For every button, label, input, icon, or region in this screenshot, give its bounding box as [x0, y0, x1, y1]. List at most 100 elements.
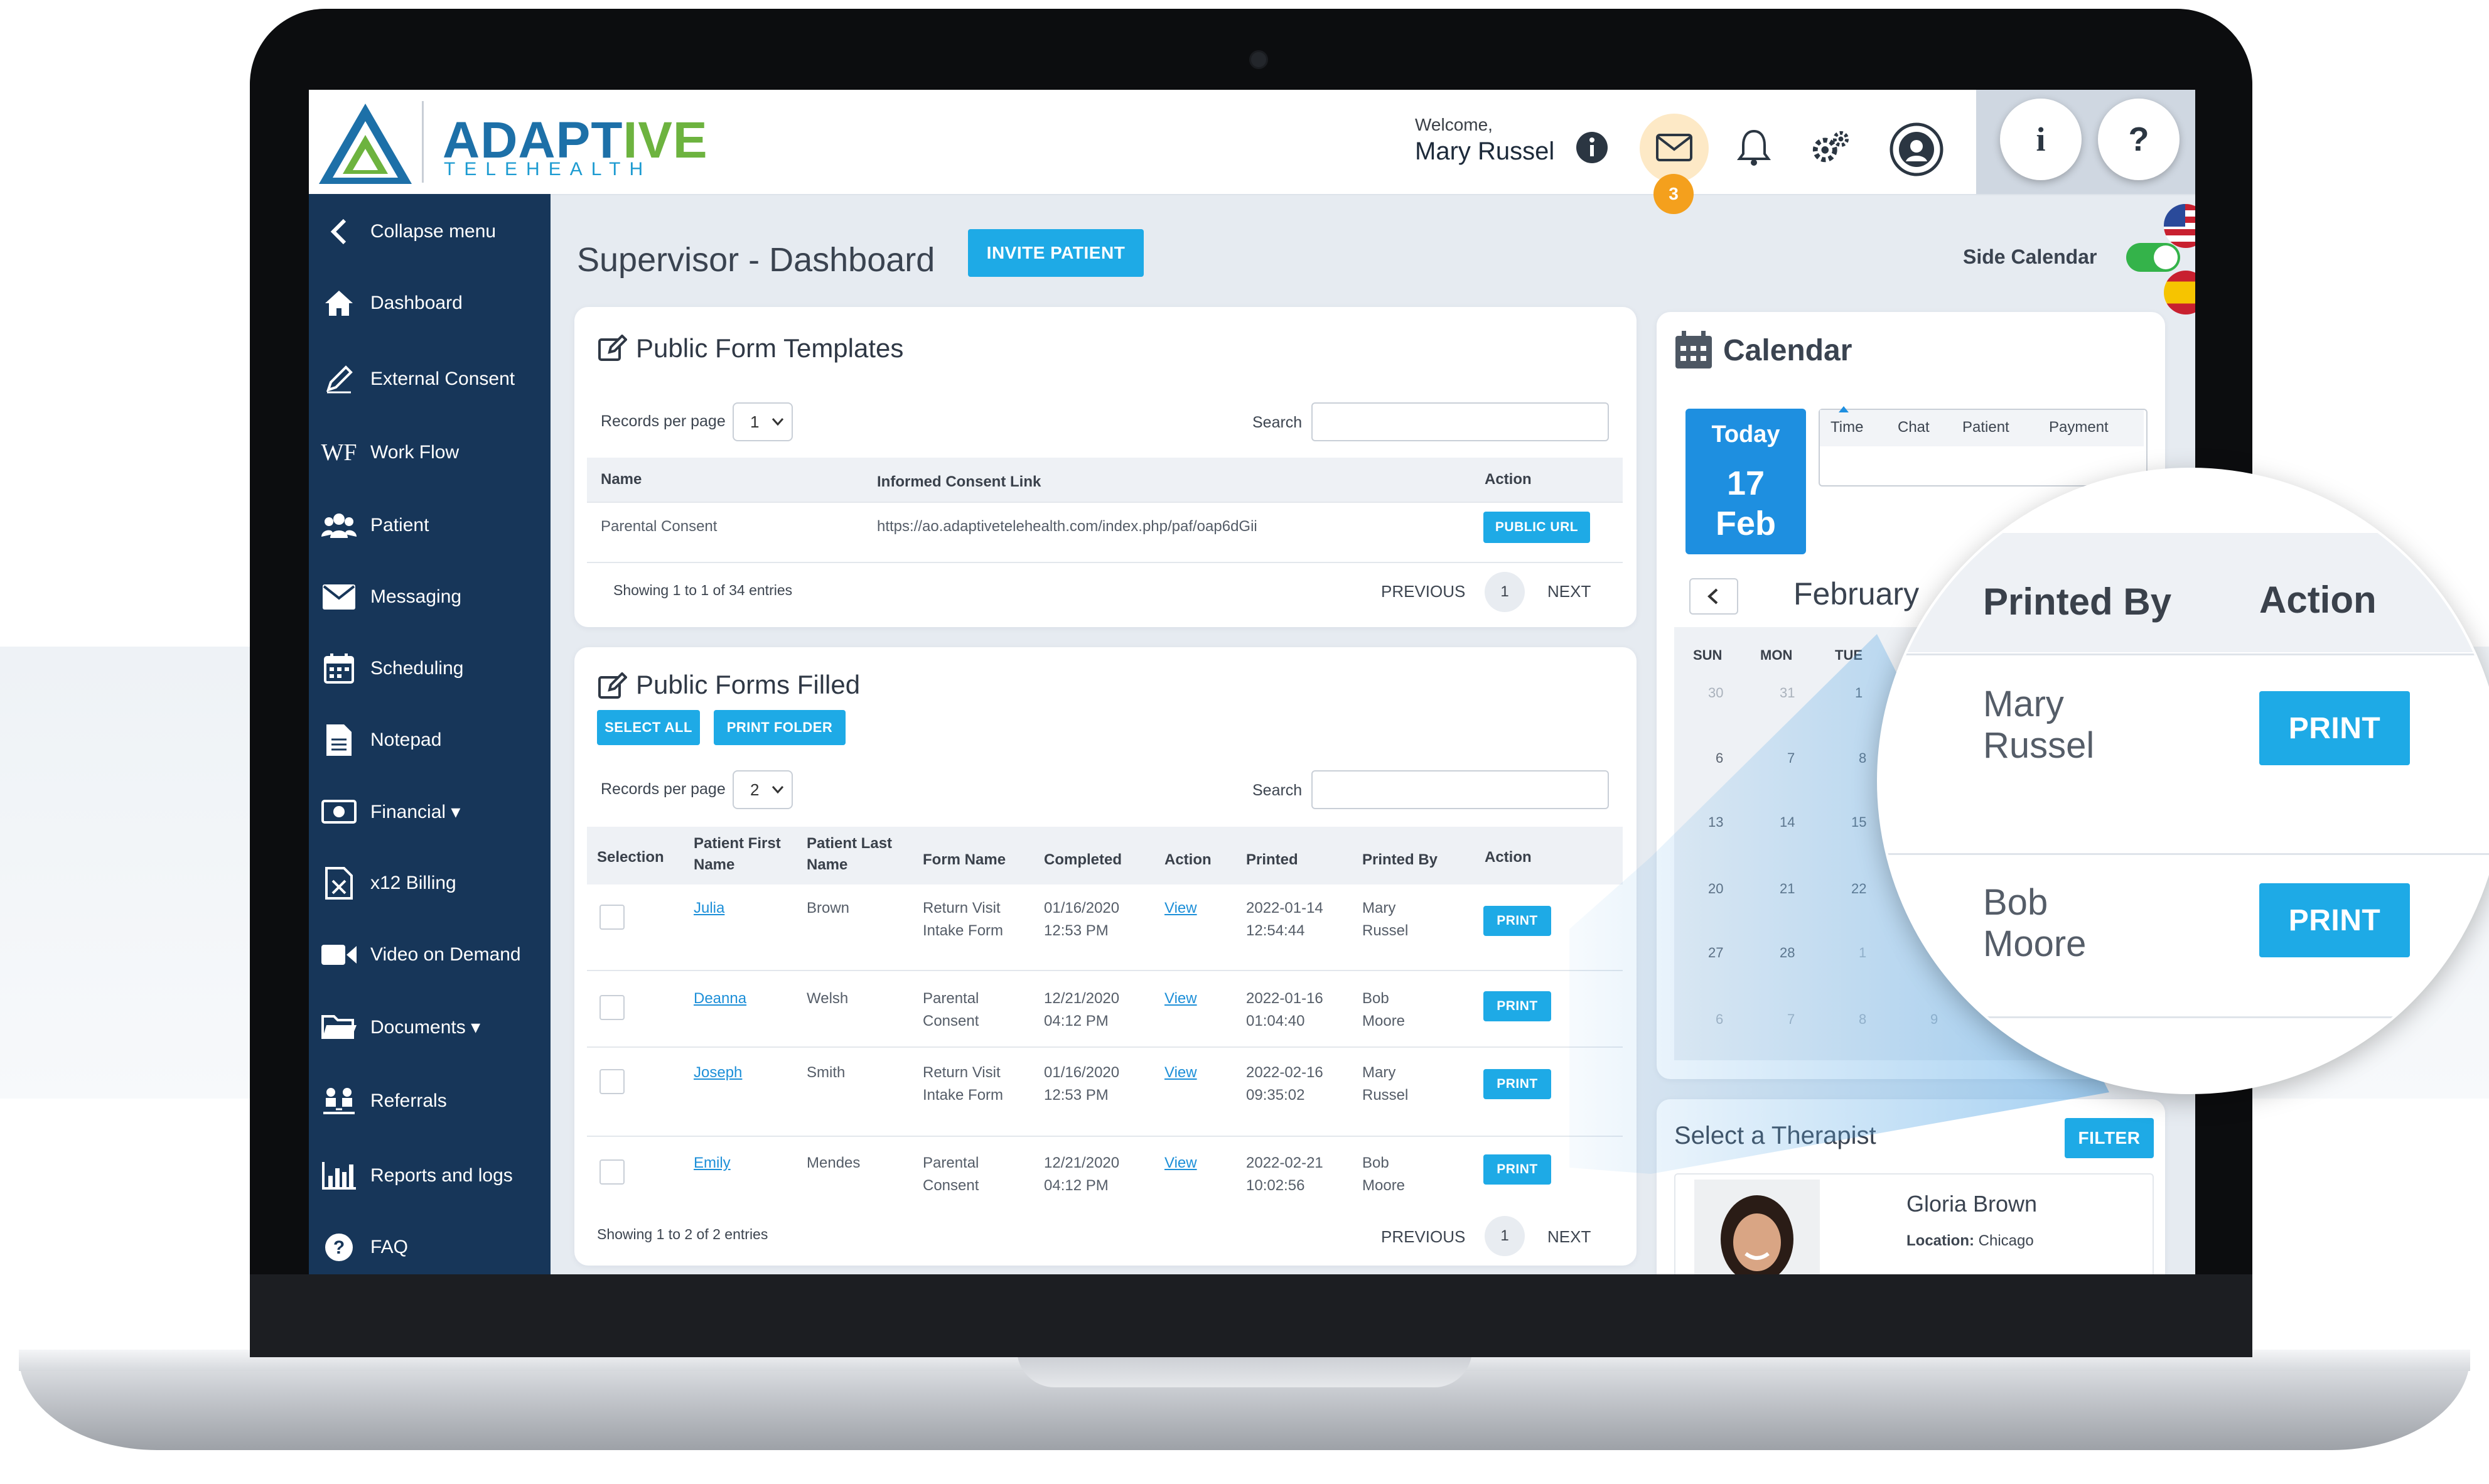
next-page-link[interactable]: NEXT: [1547, 582, 1591, 601]
sidebar-item-financial[interactable]: Financial ▾: [309, 787, 551, 837]
day-cell[interactable]: 21: [1780, 881, 1795, 897]
sidebar-item-notepad[interactable]: Notepad: [309, 715, 551, 765]
tab-payment[interactable]: Payment: [2049, 419, 2109, 436]
print-folder-button[interactable]: PRINT FOLDER: [714, 710, 846, 745]
print-button[interactable]: PRINT: [1483, 1154, 1551, 1185]
column-header: Selection: [597, 849, 664, 866]
printed-by: Mary Russel: [1362, 1064, 1409, 1104]
previous-page-link[interactable]: PREVIOUS: [1381, 1227, 1465, 1247]
row-checkbox[interactable]: [599, 995, 625, 1020]
wf-icon: WF: [321, 439, 357, 466]
search-input[interactable]: [1311, 402, 1609, 441]
side-calendar-toggle[interactable]: [2126, 243, 2180, 272]
consent-link[interactable]: https://ao.adaptivetelehealth.com/index.…: [877, 515, 1257, 538]
records-per-page-select[interactable]: 2: [733, 770, 793, 809]
support-headset-icon[interactable]: [1888, 121, 1945, 178]
sidebar-item-reports-and-logs[interactable]: Reports and logs: [309, 1151, 551, 1201]
caret-down-icon: ▾: [451, 801, 461, 822]
welcome-text: Welcome,: [1415, 115, 1493, 134]
day-cell[interactable]: 6: [1716, 750, 1723, 766]
tab-chat[interactable]: Chat: [1898, 419, 1930, 436]
column-header: Patient First Name: [694, 835, 781, 873]
video-icon: [320, 936, 358, 974]
print-button[interactable]: PRINT: [1483, 991, 1551, 1021]
day-cell[interactable]: 8: [1859, 750, 1866, 766]
sidebar-item-patient[interactable]: Patient: [309, 500, 551, 551]
page-1-button[interactable]: 1: [1485, 1216, 1525, 1256]
form-name: Return Visit Intake Form: [923, 900, 1004, 939]
view-link[interactable]: View: [1164, 987, 1197, 1010]
sidebar-item-x12-billing[interactable]: x12 Billing: [309, 858, 551, 908]
card-title: Calendar: [1723, 334, 1852, 367]
bar-chart-icon: [320, 1157, 358, 1195]
info-button[interactable]: i: [2000, 99, 2082, 180]
day-cell[interactable]: 28: [1780, 945, 1795, 961]
day-cell[interactable]: 22: [1851, 881, 1866, 897]
search-input[interactable]: [1311, 770, 1609, 809]
day-cell[interactable]: 27: [1708, 945, 1723, 961]
invite-patient-button[interactable]: INVITE PATIENT: [968, 229, 1144, 277]
sidebar-item-documents[interactable]: Documents ▾: [309, 1002, 551, 1052]
previous-month-button[interactable]: [1689, 578, 1738, 615]
day-cell[interactable]: 13: [1708, 814, 1723, 831]
tab-time[interactable]: Time: [1830, 419, 1863, 436]
sidebar-item-referrals[interactable]: Referrals: [309, 1076, 551, 1126]
view-link[interactable]: View: [1164, 1152, 1197, 1175]
filter-button[interactable]: FILTER: [2065, 1118, 2154, 1158]
previous-page-link[interactable]: PREVIOUS: [1381, 582, 1465, 601]
sidebar-item-external-consent[interactable]: External Consent: [309, 354, 551, 404]
weekday-label: TUE: [1835, 647, 1863, 663]
patient-first-name-link[interactable]: Julia: [694, 897, 724, 920]
sidebar-item-work-flow[interactable]: WF Work Flow: [309, 427, 551, 478]
day-cell[interactable]: 31: [1780, 685, 1795, 701]
row-checkbox[interactable]: [599, 905, 625, 930]
laptop-bezel-bottom: [250, 1274, 2252, 1357]
day-cell[interactable]: 20: [1708, 881, 1723, 897]
column-header: Action: [1485, 849, 1532, 866]
print-button[interactable]: PRINT: [1483, 1069, 1551, 1099]
page-1-button[interactable]: 1: [1485, 572, 1525, 612]
patient-first-name-link[interactable]: Emily: [694, 1152, 731, 1175]
view-link[interactable]: View: [1164, 897, 1197, 920]
day-cell[interactable]: 30: [1708, 685, 1723, 701]
day-cell[interactable]: 6: [1716, 1011, 1723, 1028]
sidebar-item-scheduling[interactable]: Scheduling: [309, 643, 551, 694]
day-cell[interactable]: 7: [1787, 1011, 1795, 1028]
row-checkbox[interactable]: [599, 1069, 625, 1094]
row-checkbox[interactable]: [599, 1159, 625, 1185]
sort-arrow-icon: [1839, 406, 1849, 412]
public-url-button[interactable]: PUBLIC URL: [1483, 512, 1590, 543]
day-cell[interactable]: 7: [1787, 750, 1795, 766]
home-icon: [320, 284, 358, 322]
day-cell[interactable]: 14: [1780, 814, 1795, 831]
sidebar-item-video-on-demand[interactable]: Video on Demand: [309, 930, 551, 980]
tab-patient[interactable]: Patient: [1962, 419, 2009, 436]
day-cell[interactable]: 15: [1851, 814, 1866, 831]
view-link[interactable]: View: [1164, 1062, 1197, 1084]
day-cell[interactable]: 1: [1855, 685, 1863, 701]
patient-first-name-link[interactable]: Joseph: [694, 1062, 742, 1084]
sidebar-item-faq[interactable]: ? FAQ: [309, 1222, 551, 1272]
bell-icon[interactable]: [1734, 127, 1774, 168]
day-cell[interactable]: 8: [1859, 1011, 1866, 1028]
therapist-name: Gloria Brown: [1906, 1191, 2038, 1217]
gears-icon[interactable]: [1810, 127, 1851, 168]
today-tile[interactable]: Today 17 Feb: [1685, 409, 1806, 554]
help-button[interactable]: ?: [2098, 99, 2180, 180]
column-header: Printed By: [1362, 851, 1438, 868]
sidebar-item-messaging[interactable]: Messaging: [309, 572, 551, 622]
next-page-link[interactable]: NEXT: [1547, 1227, 1591, 1247]
print-button[interactable]: PRINT: [1483, 906, 1551, 936]
patient-first-name-link[interactable]: Deanna: [694, 987, 746, 1010]
magnified-print-button[interactable]: PRINT: [2259, 691, 2410, 765]
therapist-avatar: [1694, 1180, 1820, 1274]
magnified-print-button[interactable]: PRINT: [2259, 883, 2410, 957]
records-per-page-select[interactable]: 1: [733, 402, 793, 441]
column-header: Name: [601, 471, 642, 488]
select-all-button[interactable]: SELECT ALL: [597, 710, 700, 745]
info-circle-icon[interactable]: [1572, 127, 1612, 168]
sidebar-item-collapse-menu[interactable]: Collapse menu: [309, 207, 551, 257]
day-cell[interactable]: 1: [1859, 945, 1866, 961]
sidebar-item-dashboard[interactable]: Dashboard: [309, 278, 551, 328]
folder-icon: [320, 1008, 358, 1046]
